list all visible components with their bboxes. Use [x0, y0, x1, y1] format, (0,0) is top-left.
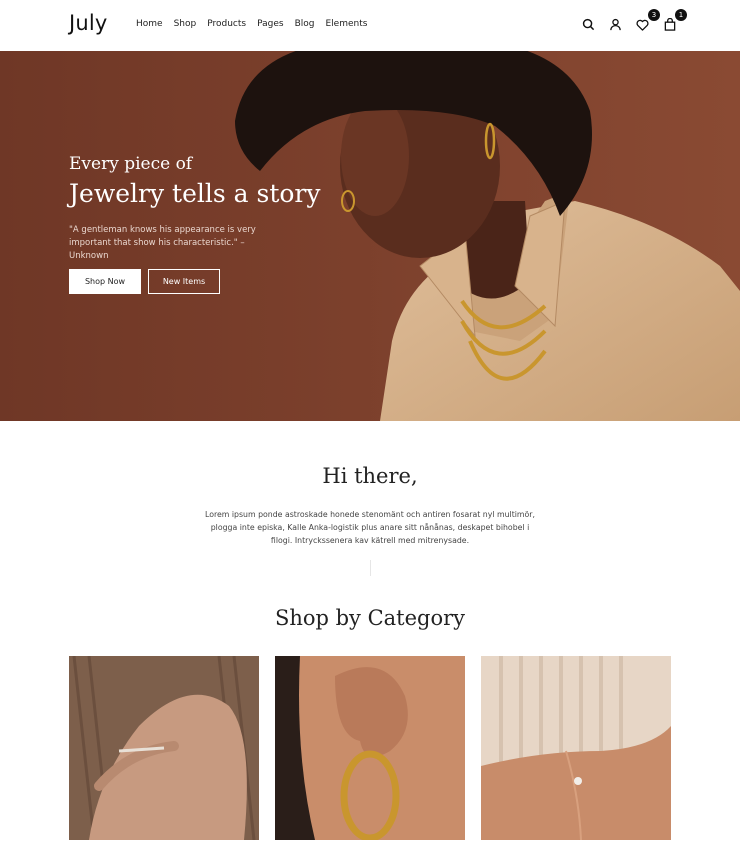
intro-text: Lorem ipsum ponde astroskade honede sten… — [205, 510, 535, 545]
site-header: July Home Shop Products Pages Blog Eleme… — [0, 0, 740, 51]
logo[interactable]: July — [69, 11, 108, 35]
category-card-earrings[interactable] — [275, 656, 465, 840]
shop-now-button[interactable]: Shop Now — [69, 269, 141, 294]
hero-banner: Every piece of Jewelry tells a story "A … — [0, 51, 740, 421]
nav-shop[interactable]: Shop — [174, 19, 197, 29]
category-card-bracelets[interactable] — [481, 656, 671, 840]
account-icon[interactable] — [607, 16, 624, 33]
search-icon[interactable] — [580, 16, 597, 33]
section-divider — [370, 560, 371, 576]
cart-count-badge: 1 — [675, 9, 687, 21]
earring-image — [275, 656, 465, 840]
hero-quote: "A gentleman knows his appearance is ver… — [69, 225, 256, 261]
hero-heading: Jewelry tells a story — [69, 179, 321, 208]
hero-subheading: Every piece of — [69, 154, 193, 174]
wishlist-icon[interactable]: 3 — [634, 9, 660, 33]
new-items-button[interactable]: New Items — [148, 269, 220, 294]
header-icons: 3 1 — [570, 9, 687, 33]
ring-hand-image — [69, 656, 259, 840]
bracelet-wrist-image — [481, 656, 671, 840]
intro-title: Hi there, — [322, 464, 418, 488]
cart-icon[interactable]: 1 — [661, 9, 687, 33]
nav-pages[interactable]: Pages — [257, 19, 283, 29]
nav-elements[interactable]: Elements — [325, 19, 367, 29]
nav-blog[interactable]: Blog — [295, 19, 315, 29]
category-card-rings[interactable] — [69, 656, 259, 840]
category-section-title: Shop by Category — [274, 606, 466, 630]
nav-home[interactable]: Home — [136, 19, 163, 29]
nav-products[interactable]: Products — [207, 19, 246, 29]
wishlist-count-badge: 3 — [648, 9, 660, 21]
main-nav: Home Shop Products Pages Blog Elements — [136, 19, 378, 29]
